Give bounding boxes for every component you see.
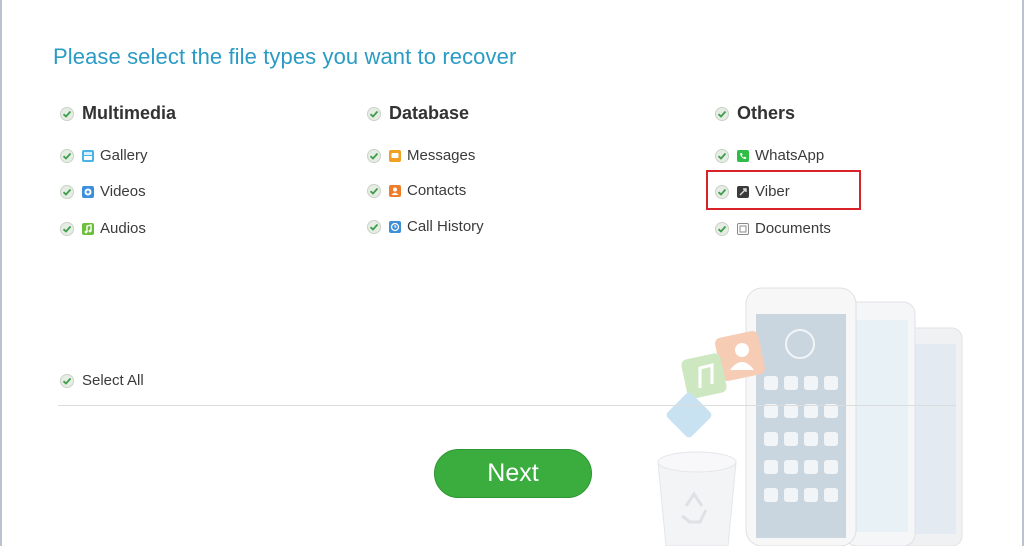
videos-icon [82, 186, 94, 198]
category-label: Others [737, 103, 796, 123]
audios-icon [82, 223, 94, 235]
documents-label: Documents [755, 220, 831, 237]
contacts-icon [389, 185, 401, 197]
select-all-label: Select All [82, 372, 144, 389]
page-title: Please select the file types you want to… [53, 44, 517, 69]
select-all-checkbox[interactable] [60, 374, 74, 388]
call-history-label: Call History [407, 218, 484, 235]
gallery-checkbox[interactable] [60, 149, 74, 163]
next-button[interactable]: Next [434, 449, 592, 498]
viber-highlight-box [706, 170, 861, 210]
window-border-left [0, 0, 2, 546]
contacts-label: Contacts [407, 182, 467, 199]
whatsapp-icon [737, 150, 749, 162]
videos-checkbox[interactable] [60, 185, 74, 199]
multimedia-checkbox[interactable] [60, 107, 74, 121]
divider [58, 405, 956, 406]
gallery-label: Gallery [100, 147, 148, 164]
audios-checkbox[interactable] [60, 222, 74, 236]
contacts-checkbox[interactable] [367, 184, 381, 198]
category-label: Multimedia [82, 103, 177, 123]
call-history-checkbox[interactable] [367, 220, 381, 234]
call-history-icon [389, 221, 401, 233]
documents-icon [737, 223, 749, 235]
messages-label: Messages [407, 147, 476, 164]
database-checkbox[interactable] [367, 107, 381, 121]
whatsapp-checkbox[interactable] [715, 149, 729, 163]
others-checkbox[interactable] [715, 107, 729, 121]
messages-icon [389, 150, 401, 162]
category-label: Database [389, 103, 470, 123]
documents-checkbox[interactable] [715, 222, 729, 236]
videos-label: Videos [100, 183, 146, 200]
messages-checkbox[interactable] [367, 149, 381, 163]
whatsapp-label: WhatsApp [755, 147, 825, 164]
audios-label: Audios [100, 220, 146, 237]
phones-recovery-illustration [650, 280, 970, 547]
gallery-icon [82, 150, 94, 162]
